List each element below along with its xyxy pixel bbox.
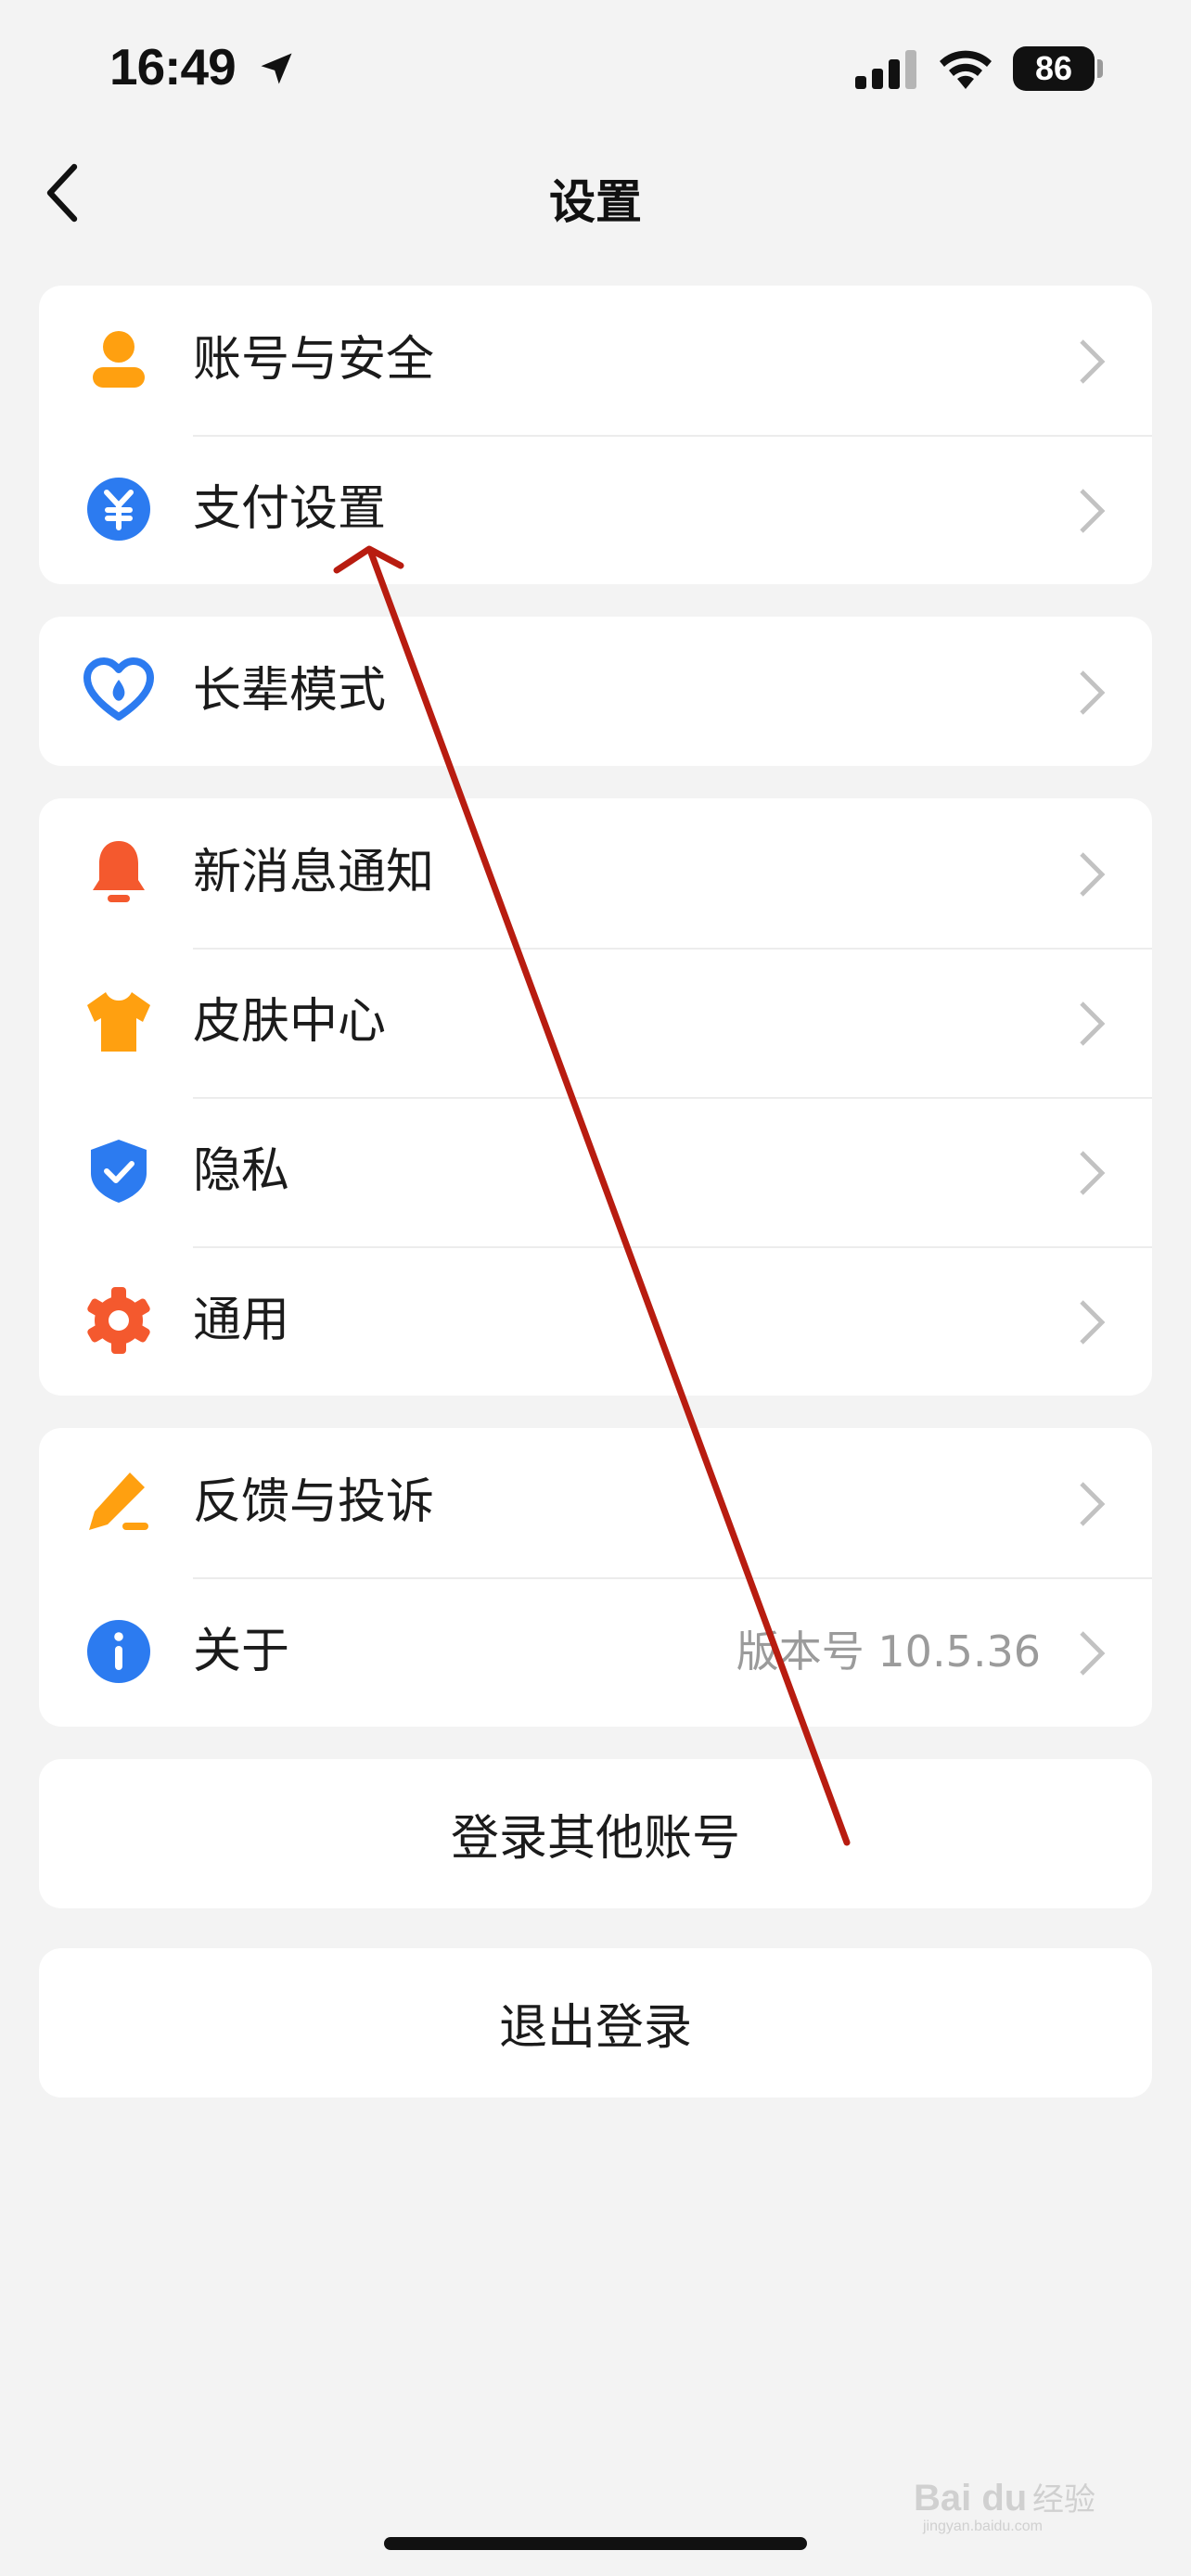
info-icon	[87, 1620, 150, 1683]
chevron-right-icon	[1080, 339, 1106, 384]
battery-tip	[1097, 59, 1103, 78]
settings-item-label: 长辈模式	[193, 663, 387, 719]
switch-account-label: 登录其他账号	[450, 1811, 740, 1867]
yuan-icon	[87, 478, 150, 541]
settings-group-support: 反馈与投诉 关于 版本号 10.5.36	[39, 1428, 1152, 1727]
heart-icon	[83, 657, 154, 721]
settings-item-about[interactable]: 关于 版本号 10.5.36	[39, 1577, 1152, 1727]
settings-item-general[interactable]: 通用	[39, 1246, 1152, 1396]
bell-icon	[93, 841, 145, 902]
gear-icon	[87, 1287, 150, 1354]
chevron-right-icon	[1080, 670, 1106, 715]
settings-item-label: 通用	[193, 1293, 290, 1348]
baidu-jingyan-watermark: Bai du 经验 jingyan.baidu.com	[914, 2478, 1095, 2534]
battery-level: 86	[1034, 49, 1073, 87]
chevron-right-icon	[1080, 1151, 1106, 1195]
app-version-value: 版本号 10.5.36	[736, 1626, 1041, 1677]
settings-group-account: 账号与安全 支付设置	[39, 286, 1152, 584]
svg-text:Bai du: Bai du	[914, 2478, 1027, 2519]
location-arrow-icon	[261, 53, 292, 84]
settings-item-label: 反馈与投诉	[193, 1474, 435, 1530]
settings-item-privacy[interactable]: 隐私	[39, 1097, 1152, 1246]
settings-item-label: 关于	[193, 1624, 290, 1679]
chevron-right-icon	[1080, 1482, 1106, 1526]
chevron-right-icon	[1080, 489, 1106, 533]
settings-item-skin-center[interactable]: 皮肤中心	[39, 948, 1152, 1097]
settings-item-label: 皮肤中心	[193, 994, 387, 1050]
chevron-right-icon	[1080, 1300, 1106, 1345]
chevron-right-icon	[1080, 1631, 1106, 1676]
page-title: 设置	[549, 175, 642, 229]
logout-label: 退出登录	[498, 2000, 692, 2056]
svg-text:经验: 经验	[1032, 2481, 1095, 2519]
settings-item-label: 新消息通知	[193, 845, 435, 900]
settings-item-label: 支付设置	[193, 481, 387, 537]
svg-text:jingyan.baidu.com: jingyan.baidu.com	[922, 2519, 1043, 2534]
settings-item-elder-mode[interactable]: 长辈模式	[39, 617, 1152, 766]
shield-check-icon	[91, 1140, 147, 1203]
user-icon	[93, 331, 145, 388]
cellular-signal-icon	[855, 50, 916, 89]
settings-item-feedback[interactable]: 反馈与投诉	[39, 1428, 1152, 1577]
pencil-icon	[89, 1473, 148, 1530]
settings-item-label: 隐私	[193, 1143, 290, 1199]
logout-button[interactable]: 退出登录	[39, 1948, 1152, 2098]
settings-item-label: 账号与安全	[193, 332, 435, 388]
tshirt-icon	[87, 992, 150, 1052]
settings-item-account-security[interactable]: 账号与安全	[39, 286, 1152, 435]
chevron-right-icon	[1080, 1001, 1106, 1046]
battery-icon: 86	[1013, 46, 1095, 91]
home-indicator	[384, 2537, 807, 2550]
settings-item-notifications[interactable]: 新消息通知	[39, 798, 1152, 948]
switch-account-button[interactable]: 登录其他账号	[39, 1759, 1152, 1908]
settings-group-elder: 长辈模式	[39, 617, 1152, 766]
status-bar: 16:49 86	[0, 0, 1191, 139]
settings-item-payment[interactable]: 支付设置	[39, 435, 1152, 584]
status-time: 16:49	[109, 38, 237, 96]
chevron-right-icon	[1080, 852, 1106, 897]
wifi-icon	[940, 50, 992, 89]
settings-group-general: 新消息通知 皮肤中心 隐私 通用	[39, 798, 1152, 1396]
